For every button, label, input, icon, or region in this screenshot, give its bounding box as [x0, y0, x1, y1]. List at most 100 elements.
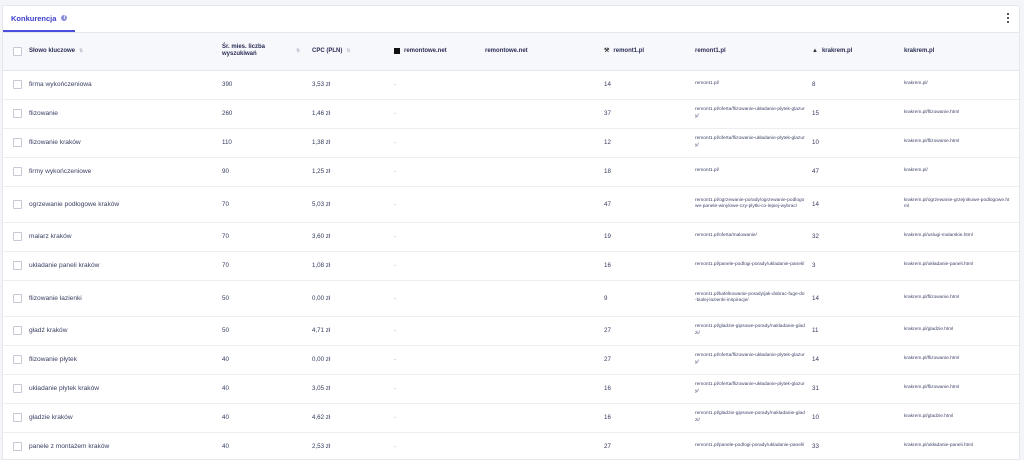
remont1-url-cell[interactable]: remont1.pl/oferta/flizowanie-układanie-p… [695, 128, 812, 158]
remontowe-url-cell [485, 432, 604, 459]
row-checkbox[interactable] [13, 138, 22, 147]
table-row[interactable]: gładź kraków 50 4,71 zł - 27 remont1.pl/gladz… [3, 316, 1019, 346]
row-checkbox[interactable] [13, 413, 22, 422]
remontowe-position-cell: - [394, 70, 485, 100]
remont1-url-cell[interactable]: remont1.pl/ogrzewanie-porady/ogrzewanie-… [695, 186, 812, 223]
row-checkbox[interactable] [13, 167, 22, 176]
remont1-position-cell: 27 [604, 345, 695, 375]
remontowe-url-cell [485, 251, 604, 281]
sort-arrows-icon[interactable]: ⇅ [79, 48, 83, 55]
remontowe-url-cell [485, 374, 604, 404]
kebab-menu-icon[interactable] [1005, 12, 1011, 24]
keyword-cell: firma wykończeniowa [29, 70, 222, 100]
table-row[interactable]: układanie płytek kraków 40 3,05 zł - 16 remon… [3, 374, 1019, 404]
competition-table: Słowo kluczowe ⇅ Śr. mies. liczba wyszuki… [3, 33, 1019, 459]
volume-cell: 50 [222, 280, 312, 317]
col-keyword[interactable]: Słowo kluczowe ⇅ [29, 33, 222, 71]
row-checkbox[interactable] [13, 326, 22, 335]
row-checkbox[interactable] [13, 80, 22, 89]
row-checkbox[interactable] [13, 261, 22, 270]
select-all-checkbox[interactable] [13, 46, 22, 56]
cpc-cell: 0,00 zł [312, 280, 394, 317]
krakrem-url-cell[interactable]: krakrem.pl/gladzie.html [904, 316, 1019, 346]
krakrem-url-cell[interactable]: krakrem.pl/układanie-paneli.html [904, 251, 1019, 281]
krakrem-url-cell[interactable]: krakrem.pl/flizowanie.html [904, 374, 1019, 404]
remont1-position-cell: 9 [604, 280, 695, 317]
keyword-cell: gładzie kraków [29, 403, 222, 433]
remontowe-favicon-icon [394, 48, 400, 55]
remont1-url-cell[interactable]: remont1.pl/panele-podlogi-porady/ukladan… [695, 251, 812, 281]
remont1-position-cell: 16 [604, 251, 695, 281]
tab-konkurencja[interactable]: Konkurencja i [3, 6, 76, 32]
table-row[interactable]: flizowanie płytek 40 0,00 zł - 27 remont1.pl/… [3, 345, 1019, 375]
keyword-cell: flizowanie łazienki [29, 280, 222, 317]
row-checkbox[interactable] [13, 232, 22, 241]
col-remont1-url: remont1.pl [695, 33, 812, 71]
remont1-position-cell: 37 [604, 99, 695, 129]
krakrem-url-cell[interactable]: krakrem.pl/ogrzewanie-grzejnikowe-podlog… [904, 186, 1019, 223]
table-row[interactable]: flizowanie 260 1,46 zł - 37 remont1.pl/oferta… [3, 99, 1019, 129]
table-row[interactable]: gładzie kraków 40 4,62 zł - 16 remont1.pl/gla… [3, 403, 1019, 433]
table-row[interactable]: firma wykończeniowa 390 3,53 zł - 14 remont1.… [3, 70, 1019, 100]
remont1-position-cell: 19 [604, 222, 695, 252]
krakrem-url-cell[interactable]: krakrem.pl/flizowanie.html [904, 128, 1019, 158]
table-row[interactable]: malarz kraków 70 3,60 zł - 19 remont1.pl/ofer… [3, 222, 1019, 252]
table-row[interactable]: ogrzewanie podłogowe kraków 70 5,03 zł - 47 r… [3, 186, 1019, 223]
col-cpc[interactable]: CPC (PLN) ⇅ [312, 33, 394, 71]
krakrem-position-cell: 8 [812, 70, 904, 100]
krakrem-url-cell[interactable]: krakrem.pl/flizowanie.html [904, 345, 1019, 375]
krakrem-url-cell[interactable]: krakrem.pl/układanie-paneli.html [904, 432, 1019, 459]
krakrem-position-cell: 10 [812, 403, 904, 433]
table-row[interactable]: flizowanie kraków 110 1,38 zł - 12 remont1.pl… [3, 128, 1019, 158]
row-checkbox[interactable] [13, 109, 22, 118]
remont1-url-cell[interactable]: remont1.pl/gladzie-gipsowe-porady/naklad… [695, 316, 812, 346]
cpc-cell: 3,05 zł [312, 374, 394, 404]
remont1-url-cell[interactable]: remont1.pl/kafelkowanie-porady/jak-dobra… [695, 280, 812, 317]
table-header: Słowo kluczowe ⇅ Śr. mies. liczba wyszuki… [3, 33, 1019, 71]
row-checkbox[interactable] [13, 293, 22, 303]
volume-cell: 90 [222, 157, 312, 187]
krakrem-url-cell[interactable]: krakrem.pl/uslugi-malarskie.html [904, 222, 1019, 252]
krakrem-url-cell[interactable]: krakrem.pl/ [904, 70, 1019, 100]
keyword-cell: flizowanie [29, 99, 222, 129]
cpc-cell: 1,08 zł [312, 251, 394, 281]
volume-cell: 40 [222, 432, 312, 459]
remont1-url-cell[interactable]: remont1.pl/ [695, 70, 812, 100]
krakrem-url-cell[interactable]: krakrem.pl/ [904, 157, 1019, 187]
table-row[interactable]: firmy wykończeniowe 90 1,25 zł - 18 remont1.p… [3, 157, 1019, 187]
krakrem-url-cell[interactable]: krakrem.pl/gladzie.html [904, 403, 1019, 433]
remontowe-position-cell: - [394, 345, 485, 375]
remontowe-url-cell [485, 222, 604, 252]
info-icon[interactable]: i [61, 15, 68, 21]
row-checkbox[interactable] [13, 384, 22, 393]
col-volume[interactable]: Śr. mies. liczba wyszukiwań ⇅ [222, 33, 312, 71]
table-row[interactable]: flizowanie łazienki 50 0,00 zł - 9 remont1.pl… [3, 280, 1019, 317]
krakrem-url-cell[interactable]: krakrem.pl/flizowanie.html [904, 99, 1019, 129]
remont1-url-cell[interactable]: remont1.pl/gladzie-gipsowe-porady/naklad… [695, 403, 812, 433]
remont1-url-cell[interactable]: remont1.pl/ [695, 157, 812, 187]
row-checkbox[interactable] [13, 199, 22, 209]
tab-label: Konkurencja [11, 13, 57, 23]
keyword-cell: gładź kraków [29, 316, 222, 346]
table-row[interactable]: panele z montażem kraków 40 2,53 zł - 27 remo… [3, 432, 1019, 459]
keyword-cell: flizowanie kraków [29, 128, 222, 158]
remontowe-url-cell [485, 316, 604, 346]
table-row[interactable]: układanie paneli kraków 70 1,08 zł - 16 remon… [3, 251, 1019, 281]
row-checkbox[interactable] [13, 442, 22, 451]
col-remontowe-position[interactable]: remontowe.net [394, 33, 485, 71]
volume-cell: 50 [222, 316, 312, 346]
remontowe-url-cell [485, 157, 604, 187]
sort-arrows-icon[interactable]: ⇅ [296, 48, 300, 55]
sort-arrows-icon[interactable]: ⇅ [346, 48, 350, 55]
col-remont1-position[interactable]: ⚒ remont1.pl [604, 33, 695, 71]
remont1-url-cell[interactable]: remont1.pl/oferta/flizowanie-układanie-p… [695, 345, 812, 375]
krakrem-url-cell[interactable]: krakrem.pl/flizowanie.html [904, 280, 1019, 317]
remont1-url-cell[interactable]: remont1.pl/oferta/flizowanie-układanie-p… [695, 374, 812, 404]
remont1-url-cell[interactable]: remont1.pl/oferta/flizowanie-układanie-p… [695, 99, 812, 129]
remont1-url-cell[interactable]: remont1.pl/oferta/malowanie/ [695, 222, 812, 252]
row-checkbox[interactable] [13, 355, 22, 364]
col-krakrem-position[interactable]: ▲ krakrem.pl [812, 33, 904, 71]
krakrem-position-cell: 14 [812, 186, 904, 223]
remontowe-position-cell: - [394, 128, 485, 158]
remont1-url-cell[interactable]: remont1.pl/panele-podlogi-porady/ukladan… [695, 432, 812, 459]
